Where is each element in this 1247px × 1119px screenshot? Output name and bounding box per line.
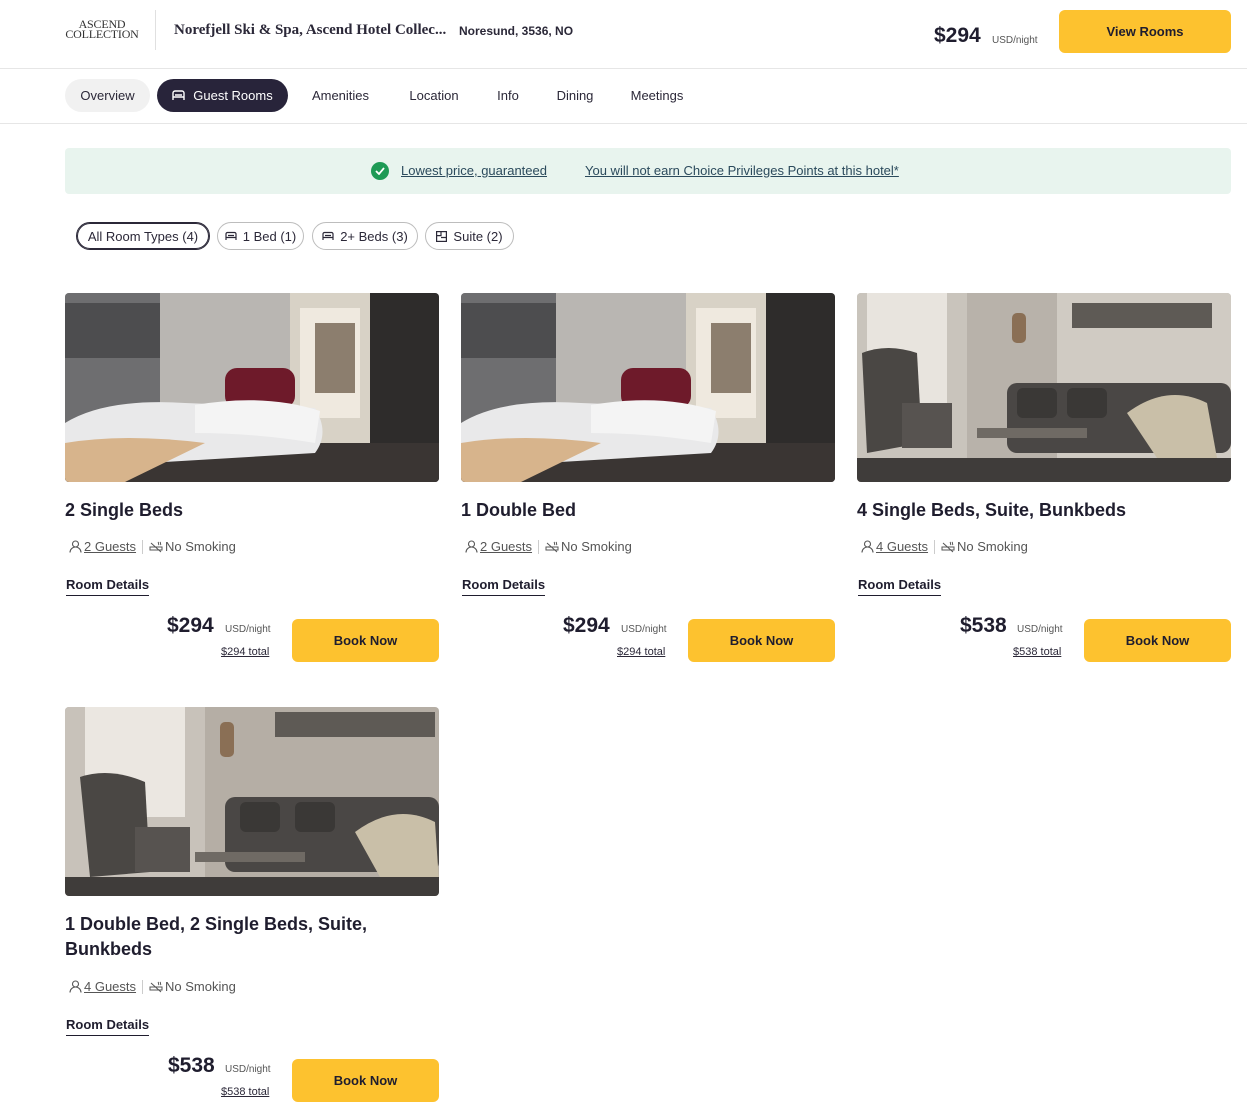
check-circle-icon <box>371 162 389 180</box>
room-price: $538 <box>168 1054 215 1077</box>
room-total-link[interactable]: $538 total <box>1013 646 1061 658</box>
room-meta: 4 Guests No Smoking <box>861 539 1028 554</box>
room-price: $538 <box>960 614 1007 637</box>
tab-dining[interactable]: Dining <box>545 79 605 112</box>
bed-icon <box>322 231 334 240</box>
ascend-collection-logo[interactable]: ASCEND COLLECTION <box>62 18 142 40</box>
bed-icon <box>225 231 237 240</box>
room-total-link[interactable]: $294 total <box>221 646 269 658</box>
guests-count[interactable]: 2 Guests <box>84 539 136 554</box>
room-price-unit: USD/night <box>621 624 667 635</box>
points-note-link[interactable]: You will not earn Choice Privileges Poin… <box>585 163 899 178</box>
no-smoking-icon <box>149 541 163 552</box>
lowest-price-link[interactable]: Lowest price, guaranteed <box>401 163 547 178</box>
room-title: 1 Double Bed <box>461 500 577 520</box>
room-title: 2 Single Beds <box>65 500 184 520</box>
room-total-link[interactable]: $538 total <box>221 1086 269 1098</box>
room-price: $294 <box>167 614 214 637</box>
tab-meetings[interactable]: Meetings <box>620 79 694 112</box>
room-meta: 2 Guests No Smoking <box>69 539 236 554</box>
room-meta: 4 Guests No Smoking <box>69 979 236 994</box>
section-tabs: Overview Guest Rooms Amenities Location … <box>0 69 1247 124</box>
header-price: $294 <box>934 24 981 47</box>
room-photo[interactable] <box>65 707 439 896</box>
hotel-location: Noresund, 3536, NO <box>459 24 574 38</box>
room-title: 4 Single Beds, Suite, Bunkbeds <box>857 500 1127 520</box>
filter-all-room-types[interactable]: All Room Types (4) <box>76 222 210 250</box>
room-price-unit: USD/night <box>1017 624 1063 635</box>
book-now-button[interactable]: Book Now <box>292 1059 439 1102</box>
tab-info[interactable]: Info <box>486 79 530 112</box>
header-price-unit: USD/night <box>992 35 1038 46</box>
floor-plan-icon <box>436 230 448 242</box>
guests-count[interactable]: 4 Guests <box>876 539 928 554</box>
no-smoking-icon <box>941 541 955 552</box>
room-photo[interactable] <box>857 293 1231 482</box>
tab-overview[interactable]: Overview <box>65 79 150 112</box>
book-now-button[interactable]: Book Now <box>1084 619 1231 662</box>
filter-suite[interactable]: Suite (2) <box>425 222 514 250</box>
room-details-link[interactable]: Room Details <box>66 1017 150 1036</box>
smoking-policy: No Smoking <box>561 539 632 554</box>
bed-icon <box>172 90 185 100</box>
filter-1-bed[interactable]: 1 Bed (1) <box>217 222 304 250</box>
filter-2-plus-beds[interactable]: 2+ Beds (3) <box>312 222 418 250</box>
book-now-button[interactable]: Book Now <box>688 619 835 662</box>
smoking-policy: No Smoking <box>957 539 1028 554</box>
room-meta: 2 Guests No Smoking <box>465 539 632 554</box>
room-card: 2 Single Beds 2 Guests No Smoking Room D… <box>65 293 439 673</box>
person-icon <box>69 540 82 553</box>
room-card: 4 Single Beds, Suite, Bunkbeds 4 Guests … <box>857 293 1231 673</box>
room-card: 1 Double Bed 2 Guests No Smoking Room De… <box>461 293 835 673</box>
room-price-unit: USD/night <box>225 624 271 635</box>
tab-location[interactable]: Location <box>396 79 472 112</box>
person-icon <box>465 540 478 553</box>
hotel-name: Norefjell Ski & Spa, Ascend Hotel Collec… <box>174 22 447 38</box>
book-now-button[interactable]: Book Now <box>292 619 439 662</box>
room-card: 1 Double Bed, 2 Single Beds, Suite, Bunk… <box>65 707 439 1107</box>
person-icon <box>861 540 874 553</box>
room-details-link[interactable]: Room Details <box>66 577 150 596</box>
logo-divider <box>155 10 156 50</box>
no-smoking-icon <box>149 981 163 992</box>
smoking-policy: No Smoking <box>165 539 236 554</box>
room-details-link[interactable]: Room Details <box>858 577 942 596</box>
tab-guest-rooms[interactable]: Guest Rooms <box>157 79 288 112</box>
view-rooms-button[interactable]: View Rooms <box>1059 10 1231 53</box>
smoking-policy: No Smoking <box>165 979 236 994</box>
tab-amenities[interactable]: Amenities <box>298 79 383 112</box>
room-photo[interactable] <box>461 293 835 482</box>
room-details-link[interactable]: Room Details <box>462 577 546 596</box>
guests-count[interactable]: 2 Guests <box>480 539 532 554</box>
room-total-link[interactable]: $294 total <box>617 646 665 658</box>
room-price-unit: USD/night <box>225 1064 271 1075</box>
room-photo[interactable] <box>65 293 439 482</box>
no-smoking-icon <box>545 541 559 552</box>
room-price: $294 <box>563 614 610 637</box>
top-header: ASCEND COLLECTION Norefjell Ski & Spa, A… <box>0 0 1247 69</box>
person-icon <box>69 980 82 993</box>
guests-count[interactable]: 4 Guests <box>84 979 136 994</box>
room-title: 1 Double Bed, 2 Single Beds, Suite, Bunk… <box>65 914 368 959</box>
